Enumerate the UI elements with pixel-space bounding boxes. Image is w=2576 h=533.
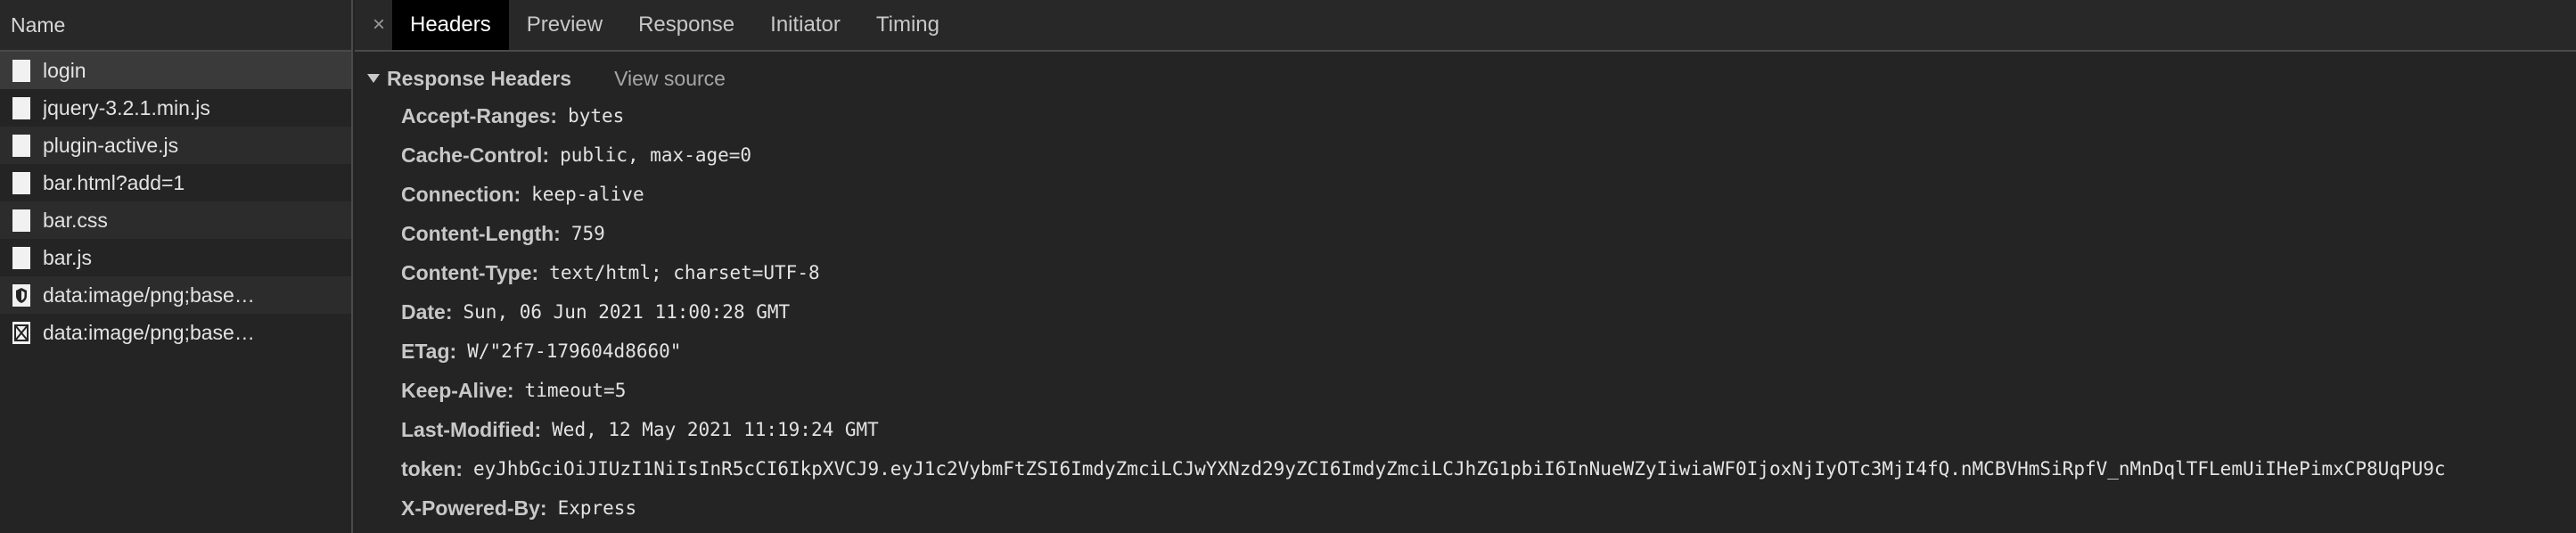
header-row: Connection: keep-alive — [355, 175, 2576, 214]
response-headers-section[interactable]: Response Headers View source — [355, 61, 2576, 96]
name-column-header[interactable]: Name — [0, 0, 351, 52]
header-name: Content-Length: — [401, 221, 561, 245]
header-name: Date: — [401, 299, 453, 324]
header-row: Content-Length: 759 — [355, 214, 2576, 253]
header-value: Express — [557, 497, 637, 519]
header-row: X-Powered-By: Express — [355, 488, 2576, 528]
header-value: Wed, 12 May 2021 11:19:24 GMT — [552, 419, 879, 440]
header-name: Connection: — [401, 182, 521, 206]
header-name: Content-Type: — [401, 260, 539, 284]
header-value: bytes — [568, 105, 625, 127]
close-icon[interactable]: × — [365, 0, 392, 50]
file-icon — [12, 246, 30, 269]
request-name: jquery-3.2.1.min.js — [43, 95, 210, 119]
request-list-panel: Name login jquery-3.2.1.min.js plugin-ac… — [0, 0, 353, 533]
tab-preview[interactable]: Preview — [509, 0, 620, 50]
file-icon — [12, 209, 30, 232]
header-row: Accept-Ranges: bytes — [355, 96, 2576, 135]
request-row[interactable]: data:image/png;base… — [0, 276, 351, 314]
header-row: Keep-Alive: timeout=5 — [355, 371, 2576, 410]
request-row[interactable]: bar.js — [0, 239, 351, 276]
header-row: Cache-Control: public, max-age=0 — [355, 135, 2576, 175]
view-source-link[interactable]: View source — [614, 67, 726, 91]
header-name: token: — [401, 456, 463, 480]
request-row[interactable]: bar.css — [0, 201, 351, 239]
shield-icon — [12, 283, 30, 307]
header-name: X-Powered-By: — [401, 496, 547, 520]
header-value: keep-alive — [531, 184, 644, 205]
header-value: Sun, 06 Jun 2021 11:00:28 GMT — [463, 301, 791, 323]
file-icon — [12, 96, 30, 119]
request-name: plugin-active.js — [43, 133, 179, 157]
header-value: W/"2f7-179604d8660" — [467, 340, 682, 362]
header-row: Date: Sun, 06 Jun 2021 11:00:28 GMT — [355, 292, 2576, 332]
section-title[interactable]: Response Headers — [387, 67, 571, 91]
header-value: eyJhbGciOiJIUzI1NiIsInR5cCI6IkpXVCJ9.eyJ… — [473, 458, 2446, 480]
request-name: data:image/png;base… — [43, 320, 255, 344]
request-row[interactable]: data:image/png;base… — [0, 314, 351, 351]
file-icon — [12, 59, 30, 82]
broken-image-icon — [12, 321, 30, 344]
header-name: Keep-Alive: — [401, 378, 514, 402]
header-row: ETag: W/"2f7-179604d8660" — [355, 332, 2576, 371]
tab-timing[interactable]: Timing — [858, 0, 957, 50]
details-tab-bar: × Headers Preview Response Initiator Tim… — [355, 0, 2576, 52]
triangle-down-icon[interactable] — [367, 74, 380, 83]
header-value: 759 — [570, 223, 605, 244]
request-name: bar.js — [43, 245, 92, 269]
request-name: data:image/png;base… — [43, 283, 255, 307]
devtools-network-panel: Name login jquery-3.2.1.min.js plugin-ac… — [0, 0, 2576, 533]
request-row[interactable]: login — [0, 52, 351, 89]
header-row: Content-Type: text/html; charset=UTF-8 — [355, 253, 2576, 292]
header-name: ETag: — [401, 339, 457, 363]
request-row[interactable]: jquery-3.2.1.min.js — [0, 89, 351, 127]
header-name: Accept-Ranges: — [401, 103, 558, 127]
request-details-panel: × Headers Preview Response Initiator Tim… — [355, 0, 2576, 533]
header-name: Cache-Control: — [401, 143, 550, 167]
request-row[interactable]: bar.html?add=1 — [0, 164, 351, 201]
header-row: token: eyJhbGciOiJIUzI1NiIsInR5cCI6IkpXV… — [355, 449, 2576, 488]
file-icon — [12, 134, 30, 157]
request-row[interactable]: plugin-active.js — [0, 127, 351, 164]
request-name: bar.css — [43, 208, 108, 232]
tab-initiator[interactable]: Initiator — [752, 0, 858, 50]
header-row: Last-Modified: Wed, 12 May 2021 11:19:24… — [355, 410, 2576, 449]
request-name: bar.html?add=1 — [43, 170, 185, 194]
headers-content: Response Headers View source Accept-Rang… — [355, 52, 2576, 528]
tab-response[interactable]: Response — [620, 0, 752, 50]
header-value: timeout=5 — [524, 380, 627, 401]
file-icon — [12, 171, 30, 194]
header-value: public, max-age=0 — [560, 144, 752, 166]
header-value: text/html; charset=UTF-8 — [549, 262, 820, 283]
header-name: Last-Modified: — [401, 417, 542, 441]
tab-headers[interactable]: Headers — [392, 0, 509, 50]
request-name: login — [43, 58, 86, 82]
